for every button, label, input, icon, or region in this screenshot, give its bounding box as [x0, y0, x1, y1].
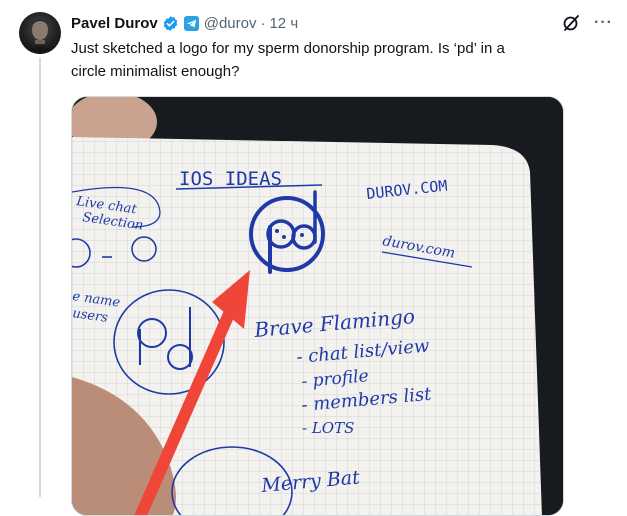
tweet-photo[interactable]: IOS IDEAS DUROV.COM durov.com Live chat …	[71, 96, 564, 516]
header-actions: ···	[562, 14, 613, 32]
separator-dot: ·	[260, 14, 266, 32]
sketch-item-4: - LOTS	[302, 419, 354, 437]
grok-icon[interactable]	[562, 14, 580, 32]
sketch-photo: IOS IDEAS DUROV.COM durov.com Live chat …	[72, 97, 563, 515]
thread-line	[39, 58, 41, 497]
tweet-text: Just sketched a logo for my sperm donors…	[71, 40, 505, 80]
avatar-photo	[25, 19, 55, 54]
post-time[interactable]: 12 ч	[269, 15, 298, 32]
tweet-header: Pavel Durov @durov · 12 ч ···	[71, 12, 613, 34]
author-handle[interactable]: @durov	[204, 15, 257, 32]
author-name[interactable]: Pavel Durov	[71, 15, 158, 32]
avatar[interactable]	[19, 12, 61, 54]
verified-badge-icon[interactable]	[162, 15, 179, 32]
more-icon[interactable]: ···	[594, 15, 613, 31]
telegram-icon[interactable]	[183, 15, 199, 31]
